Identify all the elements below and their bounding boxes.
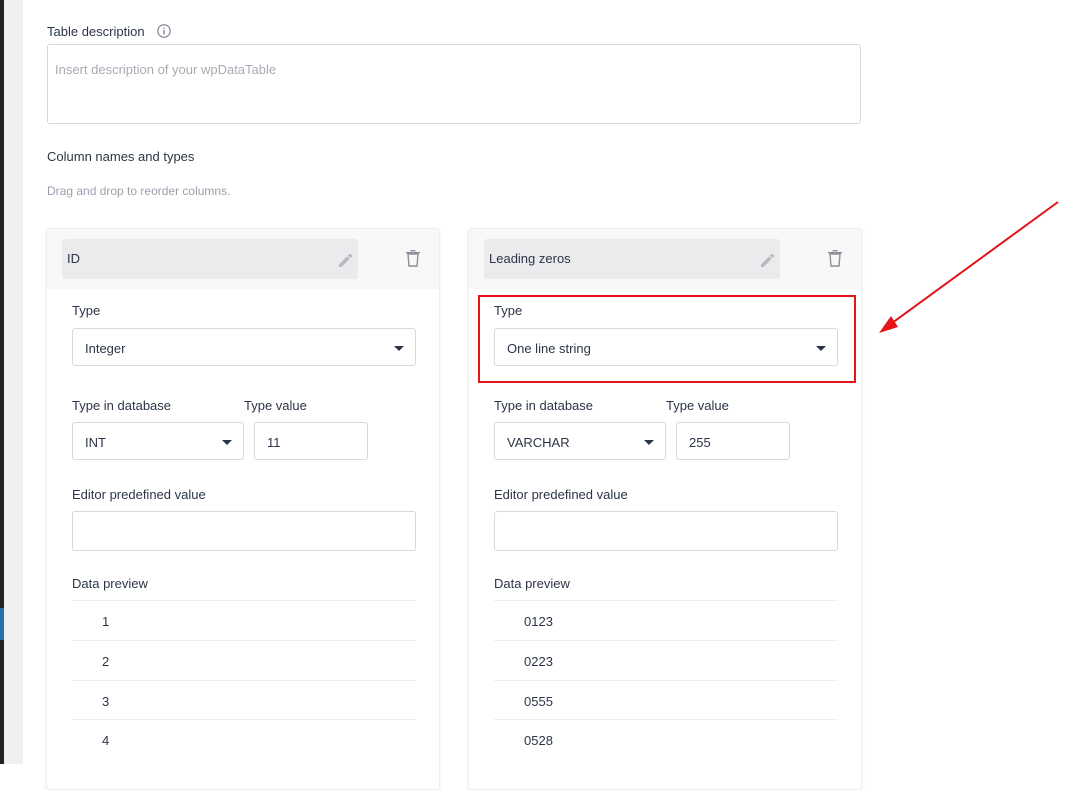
db-type-value: INT: [85, 435, 106, 450]
preview-value: 4: [102, 733, 110, 748]
type-value-input[interactable]: 255: [676, 422, 790, 460]
type-in-database-label: Type in database: [72, 398, 172, 413]
trash-icon[interactable]: [405, 249, 421, 267]
type-value-text: 255: [689, 435, 711, 450]
preview-row: 4: [72, 719, 416, 760]
column-name-field[interactable]: ID: [62, 239, 358, 279]
table-description-textarea[interactable]: Insert description of your wpDataTable: [47, 44, 861, 124]
type-in-database-label: Type in database: [494, 398, 594, 413]
type-select[interactable]: Integer: [72, 328, 416, 366]
preview-row: 0555: [494, 680, 838, 721]
preview-value: 0555: [524, 694, 553, 709]
type-select-value: Integer: [85, 341, 126, 356]
type-value-label: Type value: [244, 398, 307, 413]
preview-value: 3: [102, 694, 110, 709]
type-value-text: 11: [267, 435, 281, 450]
caret-down-icon: [222, 440, 232, 445]
preview-value: 0123: [524, 614, 553, 629]
highlight-box: [478, 295, 856, 383]
preview-value: 2: [102, 654, 110, 669]
editor-predefined-input[interactable]: [494, 511, 838, 551]
type-value-input[interactable]: 11: [254, 422, 368, 460]
data-preview-label: Data preview: [72, 576, 148, 591]
column-name-field[interactable]: Leading zeros: [484, 239, 780, 279]
db-type-select[interactable]: INT: [72, 422, 244, 460]
drag-drop-hint: Drag and drop to reorder columns.: [47, 184, 231, 198]
preview-row: 3: [72, 680, 416, 721]
preview-row: 0123: [494, 600, 838, 641]
preview-value: 0223: [524, 654, 553, 669]
editor-predefined-label: Editor predefined value: [494, 487, 628, 502]
preview-value: 1: [102, 614, 110, 629]
db-type-select[interactable]: VARCHAR: [494, 422, 666, 460]
preview-value: 0528: [524, 733, 553, 748]
caret-down-icon: [644, 440, 654, 445]
trash-icon[interactable]: [827, 249, 843, 267]
column-card-id[interactable]: ID Type Integer Type in database Type va…: [46, 228, 440, 790]
page-gutter: [4, 0, 23, 764]
type-label: Type: [72, 303, 101, 318]
type-value-label: Type value: [666, 398, 729, 413]
preview-row: 0528: [494, 719, 838, 760]
column-name-text: ID: [67, 251, 80, 266]
pencil-icon[interactable]: [758, 251, 776, 269]
caret-down-icon: [394, 346, 404, 351]
table-description-placeholder: Insert description of your wpDataTable: [55, 62, 277, 77]
column-names-title: Column names and types: [47, 149, 195, 164]
preview-row: 1: [72, 600, 416, 641]
editor-predefined-label: Editor predefined value: [72, 487, 206, 502]
table-description-label: Table description: [47, 24, 145, 39]
preview-row: 2: [72, 640, 416, 681]
column-name-text: Leading zeros: [489, 251, 571, 266]
data-preview-label: Data preview: [494, 576, 570, 591]
pencil-icon[interactable]: [336, 251, 354, 269]
db-type-value: VARCHAR: [507, 435, 570, 450]
preview-row: 0223: [494, 640, 838, 681]
red-arrow: [879, 201, 1059, 333]
editor-predefined-input[interactable]: [72, 511, 416, 551]
info-icon[interactable]: [157, 24, 171, 38]
